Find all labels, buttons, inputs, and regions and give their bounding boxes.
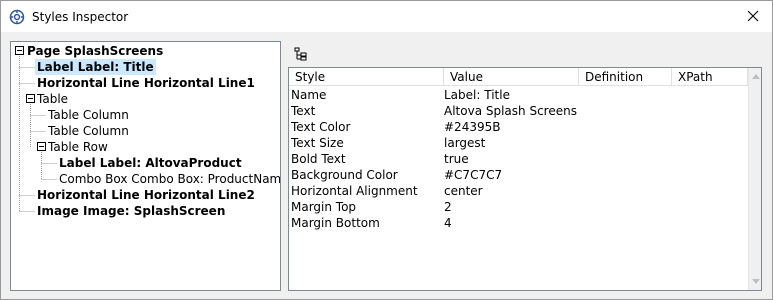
table-row[interactable]: Bold Text true [289, 151, 748, 167]
table-row[interactable]: Text Color #24395B [289, 119, 748, 135]
tree-node-label: Label Label: AltovaProduct [59, 156, 242, 170]
collapse-toggle-table[interactable] [26, 94, 35, 103]
tree-node-hline1[interactable]: Horizontal Line Horizontal Line1 [35, 75, 257, 91]
tree-node-label-title[interactable]: Label Label: Title [35, 59, 156, 75]
tree-node-label: Image Image: SplashScreen [37, 204, 226, 218]
value-cell[interactable]: center [442, 183, 483, 199]
tree-view-icon [294, 47, 307, 61]
style-cell: Bold Text [291, 152, 346, 166]
scroll-up-icon[interactable] [752, 74, 760, 79]
tree-node-label-altovaproduct[interactable]: Label Label: AltovaProduct [57, 155, 244, 171]
tree-panel[interactable]: Page SplashScreens Label Label: Title Ho… [10, 41, 281, 291]
column-header-definition[interactable]: Definition [579, 68, 672, 86]
vertical-scrollbar[interactable] [748, 68, 761, 290]
style-cell: Name [291, 88, 327, 102]
scroll-down-icon[interactable] [752, 279, 760, 284]
column-header-value[interactable]: Value [444, 68, 579, 86]
table-row[interactable]: Text Size largest [289, 135, 748, 151]
table-row[interactable]: Margin Top 2 [289, 199, 748, 215]
tree-node-table[interactable]: Table [35, 91, 70, 107]
tree-node-table-column-1[interactable]: Table Column [46, 107, 131, 123]
window-title: Styles Inspector [32, 10, 129, 24]
value-cell[interactable]: largest [442, 135, 485, 151]
tree-view-button[interactable] [291, 44, 311, 64]
styles-inspector-window: Styles Inspector Page SplashScreens Labe… [0, 0, 773, 300]
styles-grid[interactable]: Style Value Definition XPath Name Label:… [288, 67, 762, 291]
tree-node-hline2[interactable]: Horizontal Line Horizontal Line2 [35, 187, 257, 203]
style-cell: Text Color [291, 120, 351, 134]
tree-node-table-column-2[interactable]: Table Column [46, 123, 131, 139]
column-header-style[interactable]: Style [289, 68, 444, 86]
value-cell[interactable]: true [442, 151, 469, 167]
settings-icon [9, 9, 25, 25]
value-cell[interactable]: 2 [442, 199, 452, 215]
tree-node-page[interactable]: Page SplashScreens [25, 43, 165, 59]
close-icon [747, 10, 759, 22]
style-cell: Margin Top [291, 200, 357, 214]
column-header-xpath[interactable]: XPath [672, 68, 748, 86]
tree-node-table-row[interactable]: Table Row [46, 139, 110, 155]
table-row[interactable]: Margin Bottom 4 [289, 215, 748, 231]
value-cell[interactable]: #24395B [442, 119, 500, 135]
tree-node-label: Page SplashScreens [27, 44, 164, 58]
style-cell: Margin Bottom [291, 216, 380, 230]
grid-header: Style Value Definition XPath [289, 68, 748, 86]
style-cell: Background Color [291, 168, 398, 182]
styles-panel: Style Value Definition XPath Name Label:… [287, 41, 763, 291]
tree-node-label: Horizontal Line Horizontal Line1 [37, 76, 255, 90]
collapse-toggle-table-row[interactable] [37, 142, 46, 151]
tree-node-image-splashscreen[interactable]: Image Image: SplashScreen [35, 203, 227, 219]
tree-node-label: Table Column [48, 108, 129, 122]
collapse-toggle-page[interactable] [15, 46, 24, 55]
close-button[interactable] [739, 5, 767, 27]
tree-node-label: Table Column [48, 124, 129, 138]
tree-node-label: Table [37, 92, 69, 106]
title-bar[interactable]: Styles Inspector [1, 1, 772, 32]
style-cell: Text [291, 104, 316, 118]
value-cell[interactable]: #C7C7C7 [442, 167, 502, 183]
table-row[interactable]: Horizontal Alignment center [289, 183, 748, 199]
tree-node-label: Table Row [48, 140, 108, 154]
table-row[interactable]: Name Label: Title [289, 87, 748, 103]
tree-node-label: Label Label: Title [37, 60, 154, 74]
table-row[interactable]: Background Color #C7C7C7 [289, 167, 748, 183]
value-cell[interactable]: 4 [442, 215, 452, 231]
style-cell: Text Size [291, 136, 344, 150]
tree-node-combo-productname[interactable]: Combo Box Combo Box: ProductName [57, 171, 281, 187]
tree-node-label: Horizontal Line Horizontal Line2 [37, 188, 255, 202]
tree-node-label: Combo Box Combo Box: ProductName [59, 172, 281, 186]
table-row[interactable]: Text Altova Splash Screens [289, 103, 748, 119]
style-cell: Horizontal Alignment [291, 184, 418, 198]
value-cell[interactable]: Altova Splash Screens [442, 103, 577, 119]
value-cell[interactable]: Label: Title [442, 87, 510, 103]
